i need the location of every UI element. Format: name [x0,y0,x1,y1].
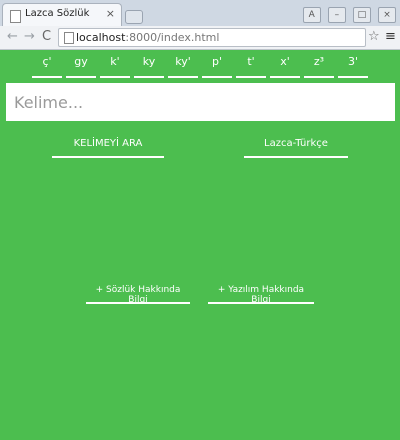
letter-button[interactable]: ç' [32,56,62,78]
menu-icon[interactable]: ≡ [385,29,396,44]
bookmark-star-icon[interactable]: ☆ [368,29,380,44]
search-input[interactable] [6,83,395,121]
letter-button[interactable]: x' [270,56,300,78]
letter-button[interactable]: ky' [168,56,198,78]
url-host: localhost [76,31,126,44]
user-icon[interactable]: A [302,7,321,23]
url-path: :8000/index.html [125,31,220,44]
letter-button[interactable]: 3' [338,56,368,78]
close-tab-icon[interactable]: × [106,7,115,20]
back-icon[interactable]: ← [7,29,18,44]
letter-button[interactable]: t' [236,56,266,78]
minimize-icon[interactable]: – [327,7,346,23]
tab-bar: Lazca Sözlük × A – □ × [0,0,400,26]
letter-button[interactable]: gy [66,56,96,78]
url-text: localhost:8000/index.html [76,31,219,44]
search-word-button[interactable]: KELİMEYİ ARA [52,138,164,158]
window-controls: A – □ × [301,2,396,23]
letter-bar: ç' gy k' ky ky' p' t' x' z³ 3' [32,56,368,78]
reload-icon[interactable]: C [42,29,51,44]
letter-button[interactable]: ky [134,56,164,78]
maximize-icon[interactable]: □ [352,7,371,23]
close-window-icon[interactable]: × [378,7,396,23]
address-bar[interactable]: localhost:8000/index.html [58,28,366,47]
forward-icon[interactable]: → [24,29,35,44]
software-info-button[interactable]: + Yazılım Hakkında Bilgi [208,285,314,305]
new-tab-button[interactable] [125,10,143,24]
page-icon [10,10,21,23]
page-icon [64,32,74,44]
letter-button[interactable]: p' [202,56,232,78]
browser-toolbar: ← → C localhost:8000/index.html ☆ ≡ [0,26,400,50]
tab-title: Lazca Sözlük [25,8,90,19]
browser-chrome: Lazca Sözlük × A – □ × ← → C localhost:8… [0,0,400,50]
language-direction-button[interactable]: Lazca-Türkçe [244,138,348,158]
letter-button[interactable]: k' [100,56,130,78]
browser-tab[interactable]: Lazca Sözlük × [2,3,122,26]
letter-button[interactable]: z³ [304,56,334,78]
dictionary-info-button[interactable]: + Sözlük Hakkında Bilgi [86,285,190,305]
